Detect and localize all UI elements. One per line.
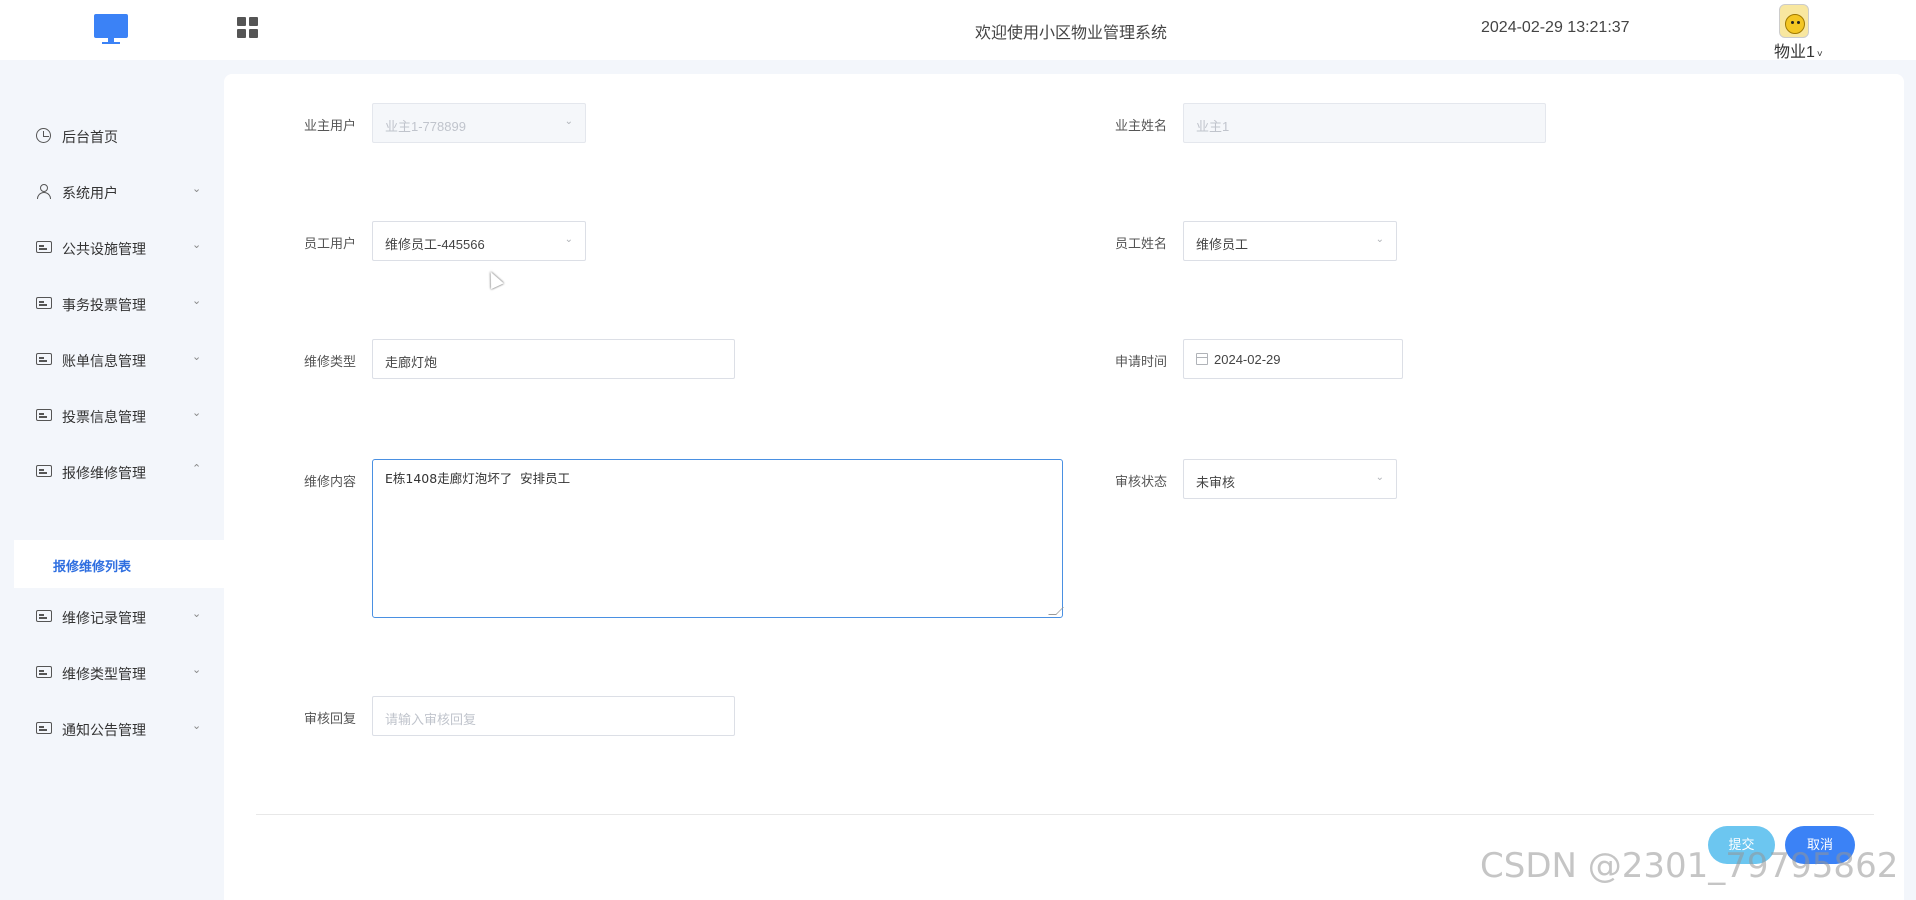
card-icon <box>36 666 52 678</box>
chevron-down-icon: ⌄ <box>192 664 202 676</box>
calendar-icon <box>1196 353 1208 365</box>
chevron-down-icon: ⌄ <box>1375 234 1384 245</box>
clock-icon <box>36 128 51 143</box>
owner-name-value: 业主1 <box>1196 119 1230 134</box>
sidebar-item-home[interactable]: 后台首页 <box>0 115 224 155</box>
staff-user-value: 维修员工-445566 <box>385 237 485 252</box>
review-status-select[interactable]: 未审核 ⌄ <box>1183 459 1397 499</box>
chevron-down-icon: ˅ <box>1816 49 1823 60</box>
staff-name-value: 维修员工 <box>1196 237 1249 252</box>
review-status-value: 未审核 <box>1196 475 1236 490</box>
repair-type-value: 走廊灯炮 <box>385 355 438 370</box>
sidebar-item-bill-info[interactable]: 账单信息管理 ⌄ <box>0 339 224 379</box>
apply-time-value: 2024-02-29 <box>1214 352 1281 367</box>
chevron-down-icon: ⌄ <box>192 183 202 195</box>
sidebar-item-label: 后台首页 <box>62 129 118 145</box>
csdn-watermark: CSDN @2301_79795862 <box>1480 846 1899 886</box>
card-icon <box>36 409 52 421</box>
card-icon <box>36 610 52 622</box>
user-menu[interactable]: 物业1 ˅ <box>1774 38 1823 62</box>
apply-time-label: 申请时间 <box>1115 354 1168 369</box>
repair-content-textarea[interactable]: E栋1408走廊灯泡坏了 安排员工 <box>372 459 1064 618</box>
sidebar-item-system-users[interactable]: 系统用户 ⌄ <box>0 171 224 211</box>
sidebar-item-repair-management[interactable]: 报修维修管理 ⌃ <box>0 451 224 491</box>
staff-user-label: 员工用户 <box>304 236 357 251</box>
user-name-label: 物业1 <box>1774 44 1815 61</box>
sidebar-item-label: 报修维修管理 <box>62 465 146 481</box>
card-icon <box>36 241 52 253</box>
sidebar-item-repair-records[interactable]: 维修记录管理 ⌄ <box>0 596 224 636</box>
sidebar-item-label: 公共设施管理 <box>62 241 146 257</box>
staff-name-label: 员工姓名 <box>1115 236 1168 251</box>
card-icon <box>36 465 52 477</box>
sidebar: 后台首页 系统用户 ⌄ 公共设施管理 ⌄ 事务投票管理 ⌄ 账单信息管理 ⌄ 投… <box>0 60 224 900</box>
review-reply-input[interactable]: 请输入审核回复 <box>372 696 735 736</box>
chevron-down-icon: ⌄ <box>192 351 202 363</box>
sidebar-item-repair-types[interactable]: 维修类型管理 ⌄ <box>0 652 224 692</box>
repair-content-value: E栋1408走廊灯泡坏了 安排员工 <box>385 471 571 486</box>
chevron-down-icon: ⌄ <box>192 407 202 419</box>
card-icon <box>36 722 52 734</box>
chevron-down-icon: ⌄ <box>192 239 202 251</box>
review-reply-placeholder: 请输入审核回复 <box>385 712 477 727</box>
sidebar-item-label: 通知公告管理 <box>62 722 146 738</box>
card-icon <box>36 353 52 365</box>
top-header: 欢迎使用小区物业管理系统 2024-02-29 13:21:37 物业1 ˅ <box>0 0 1916 62</box>
sidebar-item-label: 维修记录管理 <box>62 610 146 626</box>
current-datetime: 2024-02-29 13:21:37 <box>1481 19 1630 36</box>
form-divider <box>256 814 1874 815</box>
sidebar-subitem-label: 报修维修列表 <box>53 559 132 574</box>
sidebar-item-label: 事务投票管理 <box>62 297 146 313</box>
sidebar-item-label: 账单信息管理 <box>62 353 146 369</box>
review-reply-label: 审核回复 <box>304 711 357 726</box>
apply-time-datepicker[interactable]: 2024-02-29 <box>1183 339 1403 379</box>
sidebar-item-public-facilities[interactable]: 公共设施管理 ⌄ <box>0 227 224 267</box>
sidebar-item-vote-info[interactable]: 投票信息管理 ⌄ <box>0 395 224 435</box>
owner-name-label: 业主姓名 <box>1115 118 1168 133</box>
owner-user-label: 业主用户 <box>304 118 357 133</box>
review-status-label: 审核状态 <box>1115 474 1168 489</box>
sidebar-item-notices[interactable]: 通知公告管理 ⌄ <box>0 708 224 748</box>
staff-user-select[interactable]: 维修员工-445566 ⌄ <box>372 221 586 261</box>
repair-type-label: 维修类型 <box>304 354 357 369</box>
owner-user-select[interactable]: 业主1-778899 ⌄ <box>372 103 586 143</box>
chevron-down-icon: ⌄ <box>564 234 573 245</box>
repair-type-input[interactable]: 走廊灯炮 <box>372 339 735 379</box>
sidebar-item-label: 维修类型管理 <box>62 666 146 682</box>
sidebar-item-label: 系统用户 <box>62 185 118 201</box>
chevron-down-icon: ⌄ <box>192 608 202 620</box>
chevron-down-icon: ⌄ <box>192 295 202 307</box>
staff-name-select[interactable]: 维修员工 ⌄ <box>1183 221 1397 261</box>
sidebar-subitem-repair-list[interactable]: 报修维修列表 <box>14 540 224 588</box>
user-avatar[interactable] <box>1779 4 1809 38</box>
user-icon <box>36 184 52 199</box>
sidebar-item-affairs-voting[interactable]: 事务投票管理 ⌄ <box>0 283 224 323</box>
resize-handle-icon[interactable] <box>1048 607 1064 615</box>
chevron-down-icon: ⌄ <box>192 720 202 732</box>
chevron-down-icon: ⌄ <box>564 116 573 127</box>
owner-name-field[interactable]: 业主1 <box>1183 103 1546 143</box>
card-icon <box>36 297 52 309</box>
repair-content-label: 维修内容 <box>304 474 357 489</box>
chevron-down-icon: ⌄ <box>1375 472 1384 483</box>
sidebar-item-label: 投票信息管理 <box>62 409 146 425</box>
owner-user-value: 业主1-778899 <box>385 119 466 134</box>
chevron-up-icon: ⌃ <box>192 463 202 475</box>
